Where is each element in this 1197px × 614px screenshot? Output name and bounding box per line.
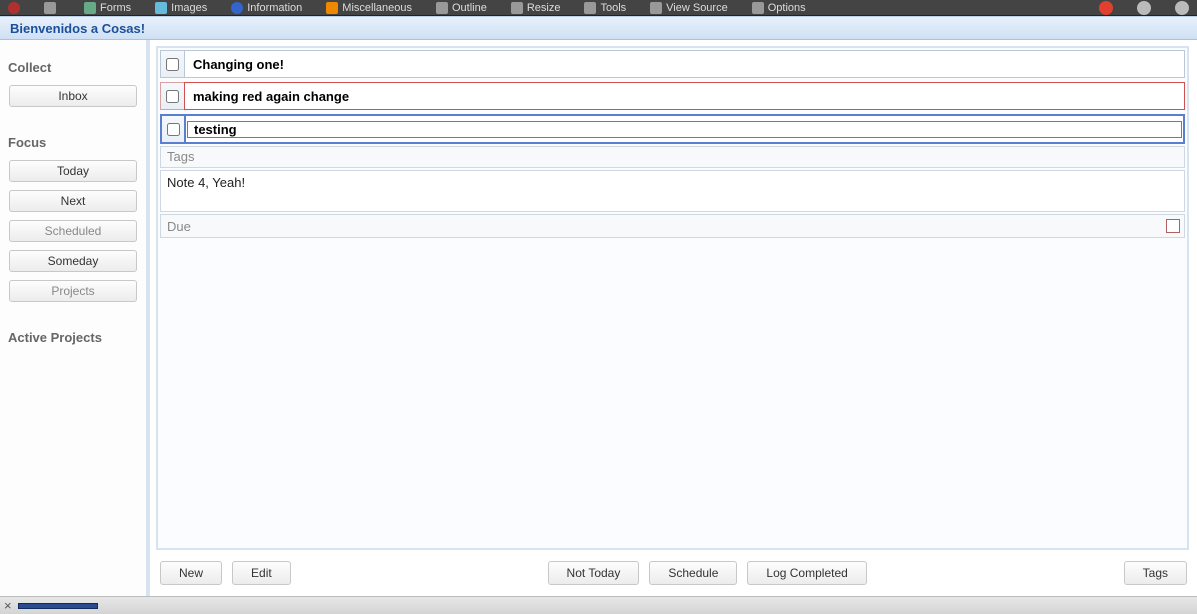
due-field[interactable]: Due xyxy=(160,214,1185,238)
content-area: Changing one! making red again change te… xyxy=(148,40,1197,596)
sidebar-next-button[interactable]: Next xyxy=(9,190,137,212)
sidebar-today-button[interactable]: Today xyxy=(9,160,137,182)
schedule-button[interactable]: Schedule xyxy=(649,561,737,585)
task-checkbox[interactable] xyxy=(166,58,179,71)
sidebar-someday-button[interactable]: Someday xyxy=(9,250,137,272)
task-row-selected[interactable]: testing xyxy=(160,114,1185,144)
calendar-icon[interactable] xyxy=(1166,219,1180,233)
toolbar-item[interactable]: Miscellaneous xyxy=(326,2,412,14)
task-title-input[interactable]: testing xyxy=(187,121,1182,138)
task-title[interactable]: Changing one! xyxy=(184,50,1185,78)
log-completed-button[interactable]: Log Completed xyxy=(747,561,866,585)
toolbar-item[interactable]: Options xyxy=(752,2,806,14)
toolbar-item[interactable] xyxy=(44,2,60,14)
status-bar: × xyxy=(0,596,1197,614)
toolbar-item[interactable]: Information xyxy=(231,2,302,14)
toolbar-item[interactable]: Tools xyxy=(584,2,626,14)
not-today-button[interactable]: Not Today xyxy=(548,561,640,585)
sidebar: Collect Inbox Focus Today Next Scheduled… xyxy=(0,40,148,596)
active-projects-heading: Active Projects xyxy=(8,330,138,345)
task-row[interactable]: making red again change xyxy=(160,82,1185,110)
status-close-icon[interactable]: × xyxy=(4,598,12,613)
progress-indicator xyxy=(18,603,98,609)
task-row[interactable]: Changing one! xyxy=(160,50,1185,78)
minimize-icon[interactable] xyxy=(1137,1,1151,15)
sidebar-inbox-button[interactable]: Inbox xyxy=(9,85,137,107)
notes-field[interactable]: Note 4, Yeah! xyxy=(160,170,1185,212)
edit-button[interactable]: Edit xyxy=(232,561,291,585)
maximize-icon[interactable] xyxy=(1175,1,1189,15)
toolbar-item[interactable]: Resize xyxy=(511,2,561,14)
tags-field[interactable]: Tags xyxy=(160,146,1185,168)
focus-heading: Focus xyxy=(8,135,138,150)
toolbar-item[interactable]: Outline xyxy=(436,2,487,14)
new-button[interactable]: New xyxy=(160,561,222,585)
close-icon[interactable] xyxy=(1099,1,1113,15)
page-title-bar: Bienvenidos a Cosas! xyxy=(0,16,1197,40)
tags-button[interactable]: Tags xyxy=(1124,561,1187,585)
task-checkbox[interactable] xyxy=(166,90,179,103)
action-bar: New Edit Not Today Schedule Log Complete… xyxy=(160,558,1187,588)
task-checkbox[interactable] xyxy=(167,123,180,136)
task-title[interactable]: making red again change xyxy=(184,82,1185,110)
toolbar-item[interactable]: Forms xyxy=(84,2,131,14)
sidebar-projects-button[interactable]: Projects xyxy=(9,280,137,302)
collect-heading: Collect xyxy=(8,60,138,75)
browser-dev-toolbar: Forms Images Information Miscellaneous O… xyxy=(0,0,1197,16)
sidebar-scheduled-button[interactable]: Scheduled xyxy=(9,220,137,242)
toolbar-item[interactable]: Images xyxy=(155,2,207,14)
toolbar-item[interactable]: View Source xyxy=(650,2,728,14)
page-title: Bienvenidos a Cosas! xyxy=(10,21,145,36)
